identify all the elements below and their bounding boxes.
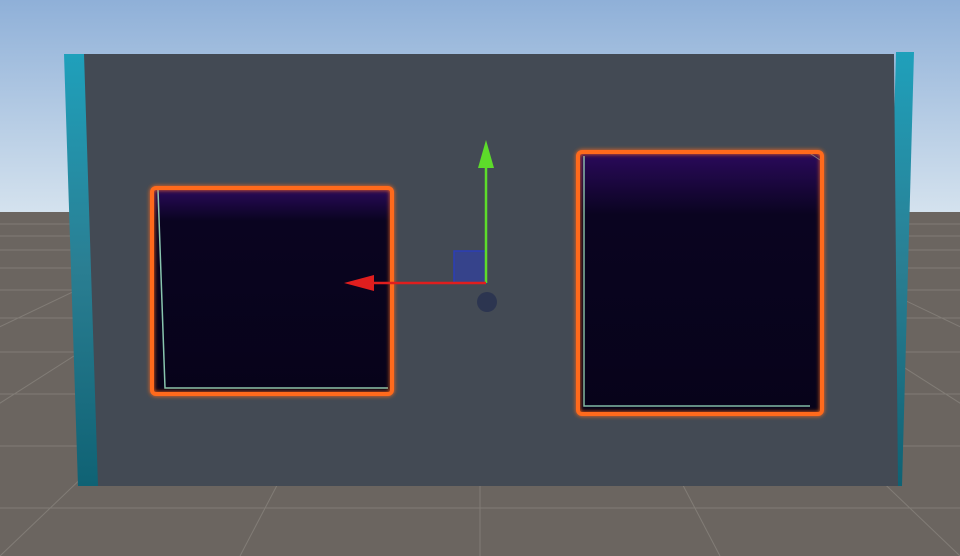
xy-plane-handle[interactable] xyxy=(453,250,487,284)
portal-left[interactable] xyxy=(150,186,394,396)
portal-right-opening xyxy=(578,152,822,414)
scene-view[interactable] xyxy=(0,0,960,556)
portal-right[interactable] xyxy=(576,150,824,416)
gizmo-pivot xyxy=(477,292,497,312)
scene-canvas[interactable] xyxy=(0,0,960,556)
portal-left-opening xyxy=(152,188,392,394)
